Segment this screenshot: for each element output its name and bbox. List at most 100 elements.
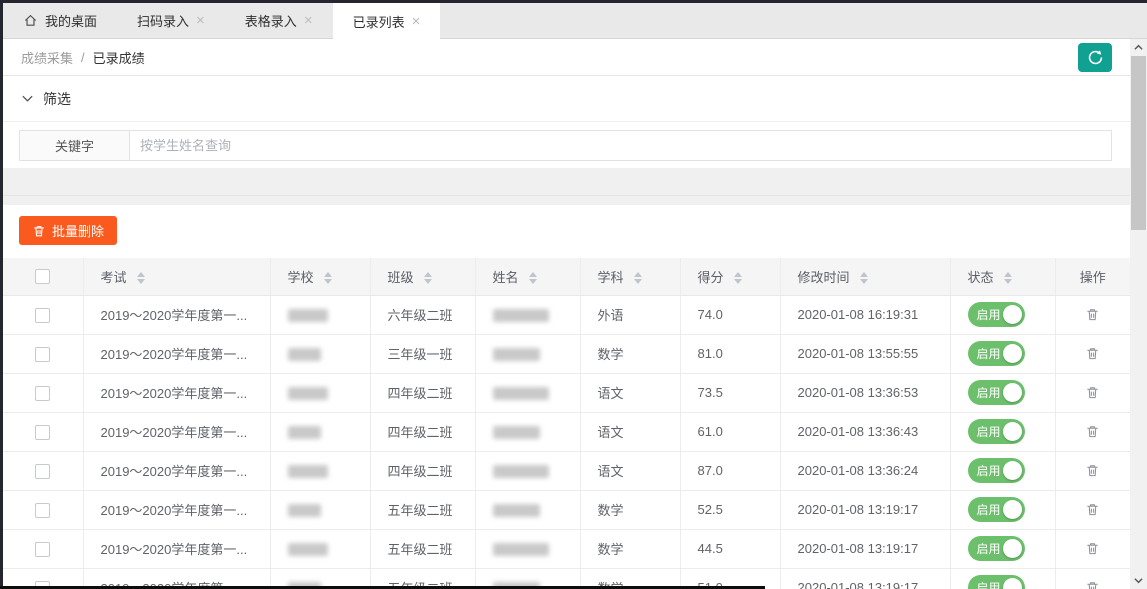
column-header[interactable]: 学校 <box>270 258 370 295</box>
delete-row-button[interactable] <box>1083 500 1102 519</box>
scrollbar-thumb[interactable] <box>1131 56 1146 230</box>
column-header[interactable]: 考试 <box>83 258 270 295</box>
score-cell: 87.0 <box>680 451 780 490</box>
row-checkbox[interactable] <box>35 347 50 362</box>
sort-icon[interactable] <box>860 272 868 284</box>
delete-row-button[interactable] <box>1083 461 1102 480</box>
action-cell <box>1055 451 1130 490</box>
school-cell <box>270 412 370 451</box>
delete-row-button[interactable] <box>1083 383 1102 402</box>
sort-icon[interactable] <box>734 272 742 284</box>
header-checkbox-cell <box>3 258 83 295</box>
scroll-up-arrow-icon[interactable] <box>1130 39 1147 56</box>
status-toggle[interactable]: 启用 <box>968 302 1025 327</box>
action-cell <box>1055 490 1130 529</box>
row-checkbox[interactable] <box>35 386 50 401</box>
exam-cell: 2019～2020学年度第一... <box>83 529 270 568</box>
vertical-scrollbar[interactable] <box>1130 39 1147 589</box>
row-checkbox[interactable] <box>35 503 50 518</box>
row-checkbox-cell <box>3 412 83 451</box>
trash-icon <box>1085 463 1100 478</box>
redacted-name <box>493 426 540 439</box>
column-header[interactable]: 班级 <box>370 258 475 295</box>
sort-icon[interactable] <box>324 272 332 284</box>
sort-icon[interactable] <box>529 272 537 284</box>
status-toggle-label: 启用 <box>977 423 1001 440</box>
status-toggle[interactable]: 启用 <box>968 458 1025 483</box>
status-toggle[interactable]: 启用 <box>968 380 1025 405</box>
sort-icon[interactable] <box>634 272 642 284</box>
toggle-knob <box>1003 539 1022 558</box>
select-all-checkbox[interactable] <box>35 269 50 284</box>
status-toggle[interactable]: 启用 <box>968 341 1025 366</box>
delete-row-button[interactable] <box>1083 344 1102 363</box>
status-toggle[interactable]: 启用 <box>968 536 1025 561</box>
status-toggle-label: 启用 <box>977 579 1001 589</box>
action-cell <box>1055 412 1130 451</box>
row-checkbox[interactable] <box>35 425 50 440</box>
main-content: 成绩采集 / 已录成绩 筛选 关键字 批量删除 <box>3 39 1130 589</box>
tab-close-icon[interactable]: × <box>304 13 313 28</box>
tab-close-icon[interactable]: × <box>412 14 421 29</box>
delete-row-button[interactable] <box>1083 305 1102 324</box>
sort-icon[interactable] <box>424 272 432 284</box>
status-toggle[interactable]: 启用 <box>968 497 1025 522</box>
divider <box>3 195 1130 196</box>
row-checkbox[interactable] <box>35 542 50 557</box>
subject-cell: 外语 <box>580 295 680 334</box>
tab[interactable]: 我的桌面 <box>3 3 117 38</box>
tab[interactable]: 表格录入 × <box>225 3 333 38</box>
keyword-input[interactable] <box>129 130 1112 161</box>
trash-icon <box>1085 385 1100 400</box>
section-gap <box>3 168 1130 205</box>
column-header[interactable]: 姓名 <box>475 258 580 295</box>
school-cell <box>270 373 370 412</box>
delete-row-button[interactable] <box>1083 578 1102 589</box>
tab-bar: 我的桌面 扫码录入 × 表格录入 × 已录列表 × <box>3 3 1147 39</box>
toggle-knob <box>1003 461 1022 480</box>
tab[interactable]: 已录列表 × <box>333 3 441 39</box>
status-cell: 启用 <box>950 451 1055 490</box>
breadcrumb-parent[interactable]: 成绩采集 <box>21 48 73 67</box>
status-toggle[interactable]: 启用 <box>968 575 1025 589</box>
exam-cell: 2019～2020学年度第一... <box>83 490 270 529</box>
column-header[interactable]: 状态 <box>950 258 1055 295</box>
column-header[interactable]: 得分 <box>680 258 780 295</box>
class-cell: 五年级二班 <box>370 490 475 529</box>
sort-icon[interactable] <box>1004 272 1012 284</box>
trash-icon <box>1085 580 1100 589</box>
redacted-school <box>288 309 328 322</box>
keyword-label: 关键字 <box>19 130 129 161</box>
column-label: 操作 <box>1080 270 1106 285</box>
scroll-down-arrow-icon[interactable] <box>1130 572 1147 589</box>
redacted-school <box>288 387 328 400</box>
toggle-knob <box>1003 344 1022 363</box>
tab-close-icon[interactable]: × <box>196 13 205 28</box>
trash-icon <box>1085 502 1100 517</box>
row-checkbox[interactable] <box>35 464 50 479</box>
score-cell: 74.0 <box>680 295 780 334</box>
row-checkbox[interactable] <box>35 308 50 323</box>
column-label: 班级 <box>388 270 414 285</box>
name-cell <box>475 490 580 529</box>
window-top-edge <box>0 0 1147 3</box>
exam-cell: 2019～2020学年度第一... <box>83 412 270 451</box>
filter-section-header[interactable]: 筛选 <box>3 76 1130 122</box>
delete-row-button[interactable] <box>1083 422 1102 441</box>
refresh-button[interactable] <box>1078 43 1112 72</box>
row-checkbox-cell <box>3 373 83 412</box>
column-header[interactable]: 修改时间 <box>780 258 950 295</box>
breadcrumb-separator: / <box>81 50 85 65</box>
status-toggle[interactable]: 启用 <box>968 419 1025 444</box>
column-header[interactable]: 学科 <box>580 258 680 295</box>
tab[interactable]: 扫码录入 × <box>117 3 225 38</box>
status-cell: 启用 <box>950 373 1055 412</box>
tab-label: 表格录入 <box>245 11 297 30</box>
delete-row-button[interactable] <box>1083 539 1102 558</box>
column-header[interactable]: 操作 <box>1055 258 1130 295</box>
results-table: 考试 学校 班级 姓名 学科 得分 修改时间 状态 操作 2019～202 <box>3 258 1130 589</box>
batch-delete-button[interactable]: 批量删除 <box>19 216 117 245</box>
subject-cell: 语文 <box>580 373 680 412</box>
table-row: 2019～2020学年度第一... 五年级二班 数学 52.5 2020-01-… <box>3 490 1130 529</box>
sort-icon[interactable] <box>137 272 145 284</box>
